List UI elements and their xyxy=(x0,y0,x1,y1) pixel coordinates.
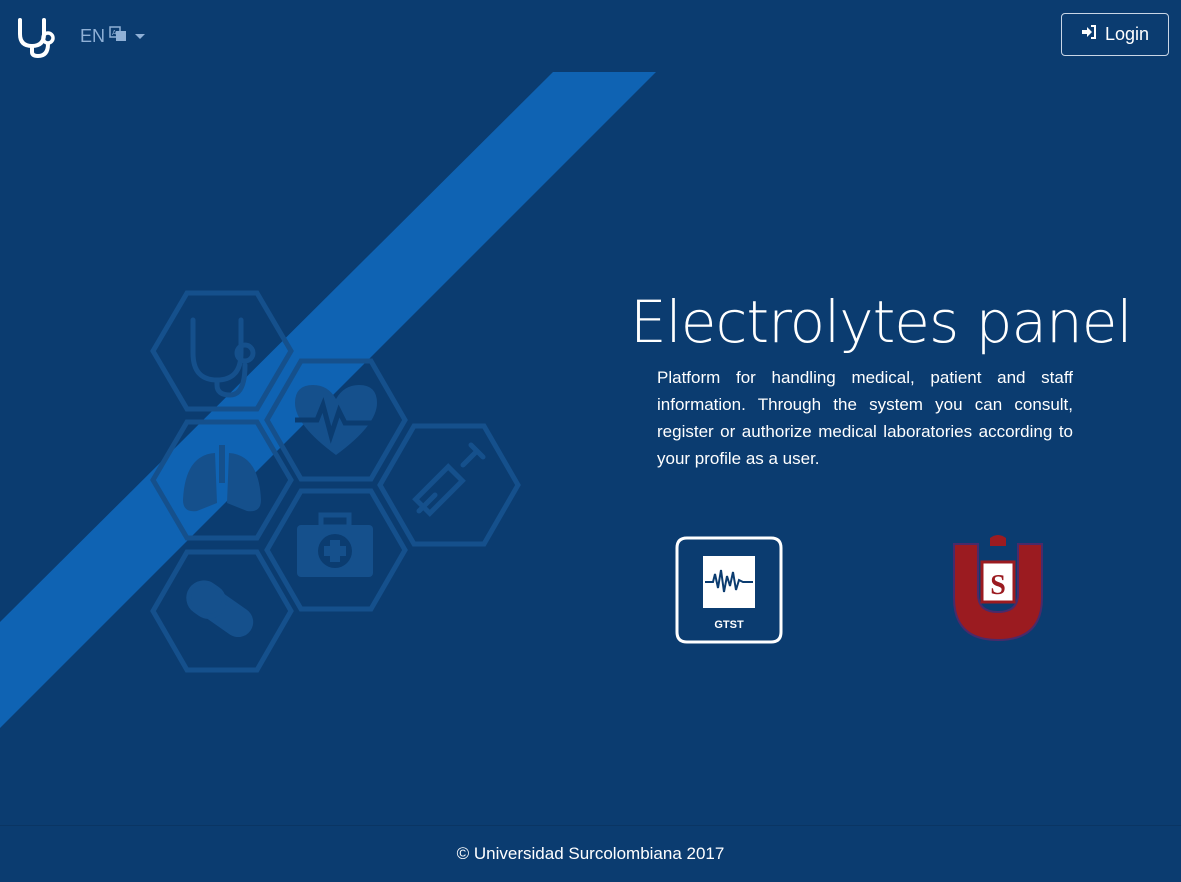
sign-in-icon xyxy=(1081,24,1097,45)
copyright-text: © Universidad Surcolombiana 2017 xyxy=(456,844,725,863)
medical-icons-illustration xyxy=(150,290,521,673)
chevron-down-icon xyxy=(135,33,146,39)
language-code: EN xyxy=(80,25,106,46)
universidad-surcolombiana-logo[interactable]: S xyxy=(948,532,1048,644)
login-label: Login xyxy=(1104,24,1150,44)
hex-syringe xyxy=(377,423,521,547)
lungs-icon xyxy=(183,445,261,512)
syringe-icon xyxy=(412,442,486,517)
first-aid-kit-icon xyxy=(297,512,373,577)
gtst-logo-label: GTST xyxy=(714,619,744,631)
university-logo-letter: S xyxy=(990,570,1006,601)
stethoscope-icon xyxy=(190,317,256,398)
page-title: Electrolytes panel xyxy=(630,288,1133,356)
footer: © Universidad Surcolombiana 2017 xyxy=(0,825,1181,882)
heartbeat-icon xyxy=(295,385,377,455)
login-button[interactable]: Login xyxy=(1061,13,1169,56)
svg-text:A: A xyxy=(112,30,117,37)
pill-icon xyxy=(186,580,254,638)
platform-description: Platform for handling medical, patient a… xyxy=(657,368,1073,468)
navbar: EN A Login xyxy=(0,0,1181,72)
language-dropdown[interactable]: EN A xyxy=(80,24,146,48)
translate-icon: A xyxy=(109,25,127,48)
brand-stethoscope-icon[interactable] xyxy=(14,14,58,59)
gtst-logo[interactable]: GTST xyxy=(675,536,783,644)
